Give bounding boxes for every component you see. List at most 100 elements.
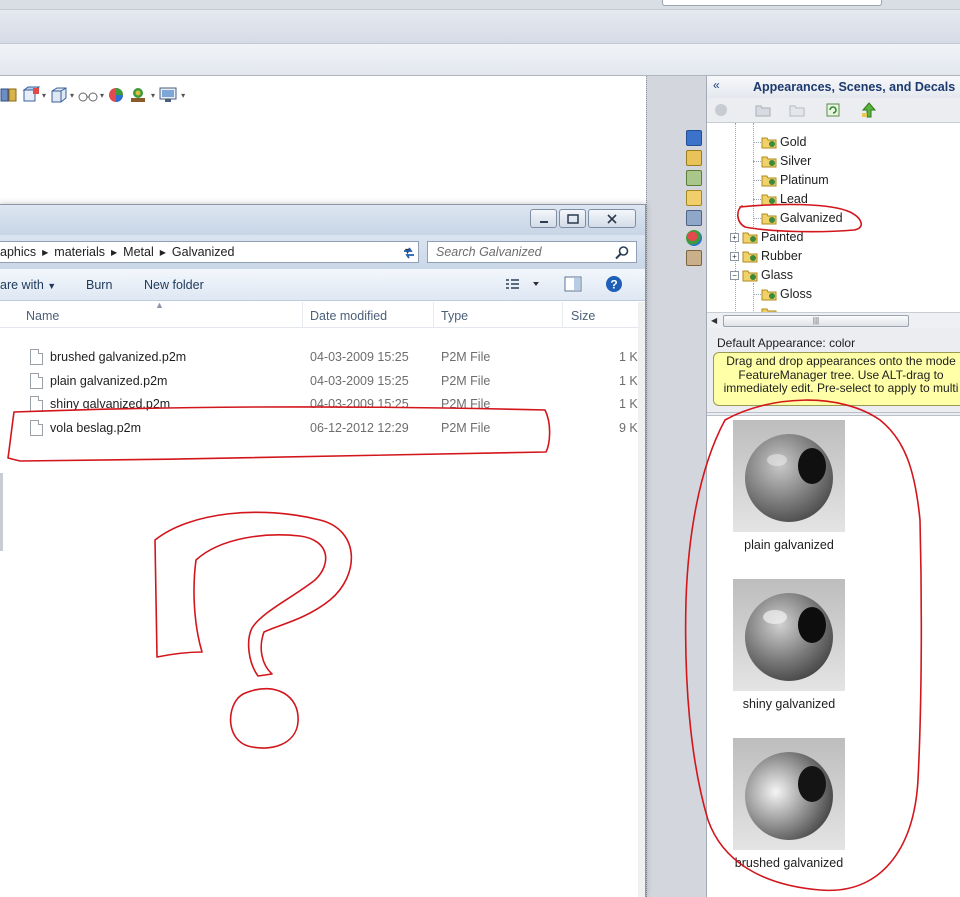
- tree-item-platinum[interactable]: Platinum: [753, 171, 829, 189]
- command-manager-ribbon: [0, 10, 960, 44]
- breadcrumb-arrow-icon[interactable]: ▶: [160, 248, 166, 257]
- breadcrumb[interactable]: aphics ▶ materials ▶ Metal ▶ Galvanized …: [0, 241, 419, 263]
- display-style-icon[interactable]: ▾: [49, 86, 74, 104]
- refresh-button[interactable]: [398, 243, 420, 263]
- search-input[interactable]: Search Galvanized: [427, 241, 637, 263]
- tree-horizontal-scrollbar[interactable]: ◀ |||: [707, 312, 960, 328]
- change-view-button[interactable]: [505, 277, 541, 294]
- tree-item-glass[interactable]: − Glass: [730, 266, 793, 284]
- tree-connector: [753, 141, 761, 143]
- column-type[interactable]: Type: [441, 309, 468, 323]
- appearance-gallery[interactable]: plain galvanized shiny galvanized brushe…: [707, 416, 960, 897]
- scrollbar-thumb[interactable]: |||: [723, 315, 909, 327]
- column-divider[interactable]: [433, 302, 434, 328]
- add-file-icon[interactable]: [789, 102, 805, 118]
- scroll-left-icon[interactable]: ◀: [711, 316, 717, 325]
- tree-item-label: Galvanized: [780, 211, 843, 225]
- tree-item-galvanized[interactable]: Galvanized: [753, 209, 843, 227]
- default-appearance-label: Default Appearance: color: [717, 336, 856, 350]
- swatch-label: plain galvanized: [744, 538, 834, 552]
- top-input-field[interactable]: [662, 0, 882, 6]
- breadcrumb-arrow-icon[interactable]: ▶: [42, 248, 48, 257]
- file-type: P2M File: [441, 421, 491, 435]
- file-type: P2M File: [441, 374, 491, 388]
- file-row-shiny[interactable]: shiny galvanized.p2m 04-03-2009 15:25 P2…: [0, 393, 641, 415]
- breadcrumb-item[interactable]: aphics: [0, 245, 36, 259]
- apply-scene-icon[interactable]: ▾: [128, 86, 155, 104]
- file-date: 04-03-2009 15:25: [310, 350, 409, 364]
- tree-item-label: Gold: [780, 135, 807, 149]
- vertical-scrollbar[interactable]: [638, 302, 645, 897]
- heads-up-view-toolbar: ▾ ▾ ▾ ▾ ▾: [0, 84, 185, 106]
- view-palette-tab-icon[interactable]: [686, 210, 702, 226]
- preview-pane-button[interactable]: [564, 276, 582, 295]
- address-bar-area: aphics ▶ materials ▶ Metal ▶ Galvanized …: [0, 235, 645, 269]
- file-date: 06-12-2012 12:29: [310, 421, 409, 435]
- share-with-label: are with: [0, 278, 44, 292]
- tree-item-label: Painted: [761, 230, 804, 244]
- breadcrumb-item[interactable]: materials: [54, 245, 105, 259]
- breadcrumb-item[interactable]: Galvanized: [172, 245, 235, 259]
- view-options-icon: [506, 279, 539, 289]
- tree-item-gold[interactable]: Gold: [753, 133, 806, 151]
- tree-item-painted[interactable]: + Painted: [730, 228, 803, 246]
- refresh-icon[interactable]: [825, 102, 841, 118]
- column-divider[interactable]: [302, 302, 303, 328]
- breadcrumb-item[interactable]: Metal: [123, 245, 154, 259]
- appearance-swatch-shiny[interactable]: shiny galvanized: [707, 577, 871, 737]
- column-divider[interactable]: [562, 302, 563, 328]
- custom-properties-tab-icon[interactable]: [686, 250, 702, 266]
- share-with-button[interactable]: are with ▼: [0, 278, 56, 292]
- splitter-dotted-line: [646, 76, 648, 897]
- column-size[interactable]: Size: [571, 309, 595, 323]
- collapse-icon[interactable]: −: [730, 270, 739, 280]
- tree-item-label: Gloss: [780, 287, 812, 301]
- tree-item-label: Lead: [780, 192, 808, 206]
- appearances-tab-icon[interactable]: [686, 230, 702, 246]
- home-tab-icon[interactable]: [686, 150, 702, 166]
- search-icon[interactable]: [614, 245, 630, 261]
- file-list[interactable]: Name ▲ Date modified Type Size brushed g…: [0, 300, 641, 897]
- edit-appearance-icon[interactable]: [107, 86, 125, 104]
- file-explorer-window[interactable]: aphics ▶ materials ▶ Metal ▶ Galvanized …: [0, 204, 646, 897]
- close-button[interactable]: [588, 209, 636, 228]
- maximize-button[interactable]: [559, 209, 586, 228]
- file-row-brushed[interactable]: brushed galvanized.p2m 04-03-2009 15:25 …: [0, 346, 641, 368]
- column-name[interactable]: Name: [26, 309, 59, 323]
- add-folder-icon[interactable]: [755, 102, 771, 118]
- tree-item-label: Rubber: [761, 249, 802, 263]
- resources-tab-icon[interactable]: [686, 130, 702, 146]
- appearance-swatch-plain[interactable]: plain galvanized: [707, 418, 871, 578]
- burn-button[interactable]: Burn: [86, 278, 112, 292]
- collapse-pane-button[interactable]: «: [713, 78, 720, 92]
- tree-item-rubber[interactable]: + Rubber: [730, 247, 802, 265]
- tree-item-lead[interactable]: Lead: [753, 190, 808, 208]
- appearance-swatch-brushed[interactable]: brushed galvanized: [707, 736, 871, 896]
- expand-icon[interactable]: +: [730, 251, 739, 261]
- sort-arrow-icon: ▲: [155, 300, 164, 310]
- help-button[interactable]: ?: [605, 275, 623, 296]
- tree-item-silver[interactable]: Silver: [753, 152, 811, 170]
- file-icon: [30, 420, 43, 436]
- up-folder-icon[interactable]: [861, 102, 877, 118]
- design-library-tab-icon[interactable]: [686, 170, 702, 186]
- section-view-icon[interactable]: [0, 86, 18, 104]
- new-folder-button[interactable]: New folder: [144, 278, 204, 292]
- expand-icon[interactable]: +: [730, 232, 739, 242]
- minimize-button[interactable]: [530, 209, 557, 228]
- file-row-vola-beslag[interactable]: vola beslag.p2m 06-12-2012 12:29 P2M Fil…: [0, 417, 641, 439]
- hide-show-items-icon[interactable]: ▾: [77, 86, 104, 104]
- file-row-plain[interactable]: plain galvanized.p2m 04-03-2009 15:25 P2…: [0, 370, 641, 392]
- file-explorer-tab-icon[interactable]: [686, 190, 702, 206]
- explorer-title-bar[interactable]: [0, 205, 645, 235]
- navigation-pane-edge: [0, 473, 3, 551]
- back-icon[interactable]: [713, 102, 729, 118]
- file-name: plain galvanized.p2m: [50, 374, 168, 388]
- column-date[interactable]: Date modified: [310, 309, 387, 323]
- view-orientation-icon[interactable]: ▾: [21, 86, 46, 104]
- tree-item-gloss[interactable]: Gloss: [753, 285, 812, 303]
- view-settings-icon[interactable]: ▾: [158, 86, 185, 104]
- breadcrumb-arrow-icon[interactable]: ▶: [111, 248, 117, 257]
- command-bar: are with ▼ Burn New folder ?: [0, 269, 645, 301]
- appearance-tree[interactable]: Gold Silver Platinum Lead Galvanized + P…: [707, 122, 960, 312]
